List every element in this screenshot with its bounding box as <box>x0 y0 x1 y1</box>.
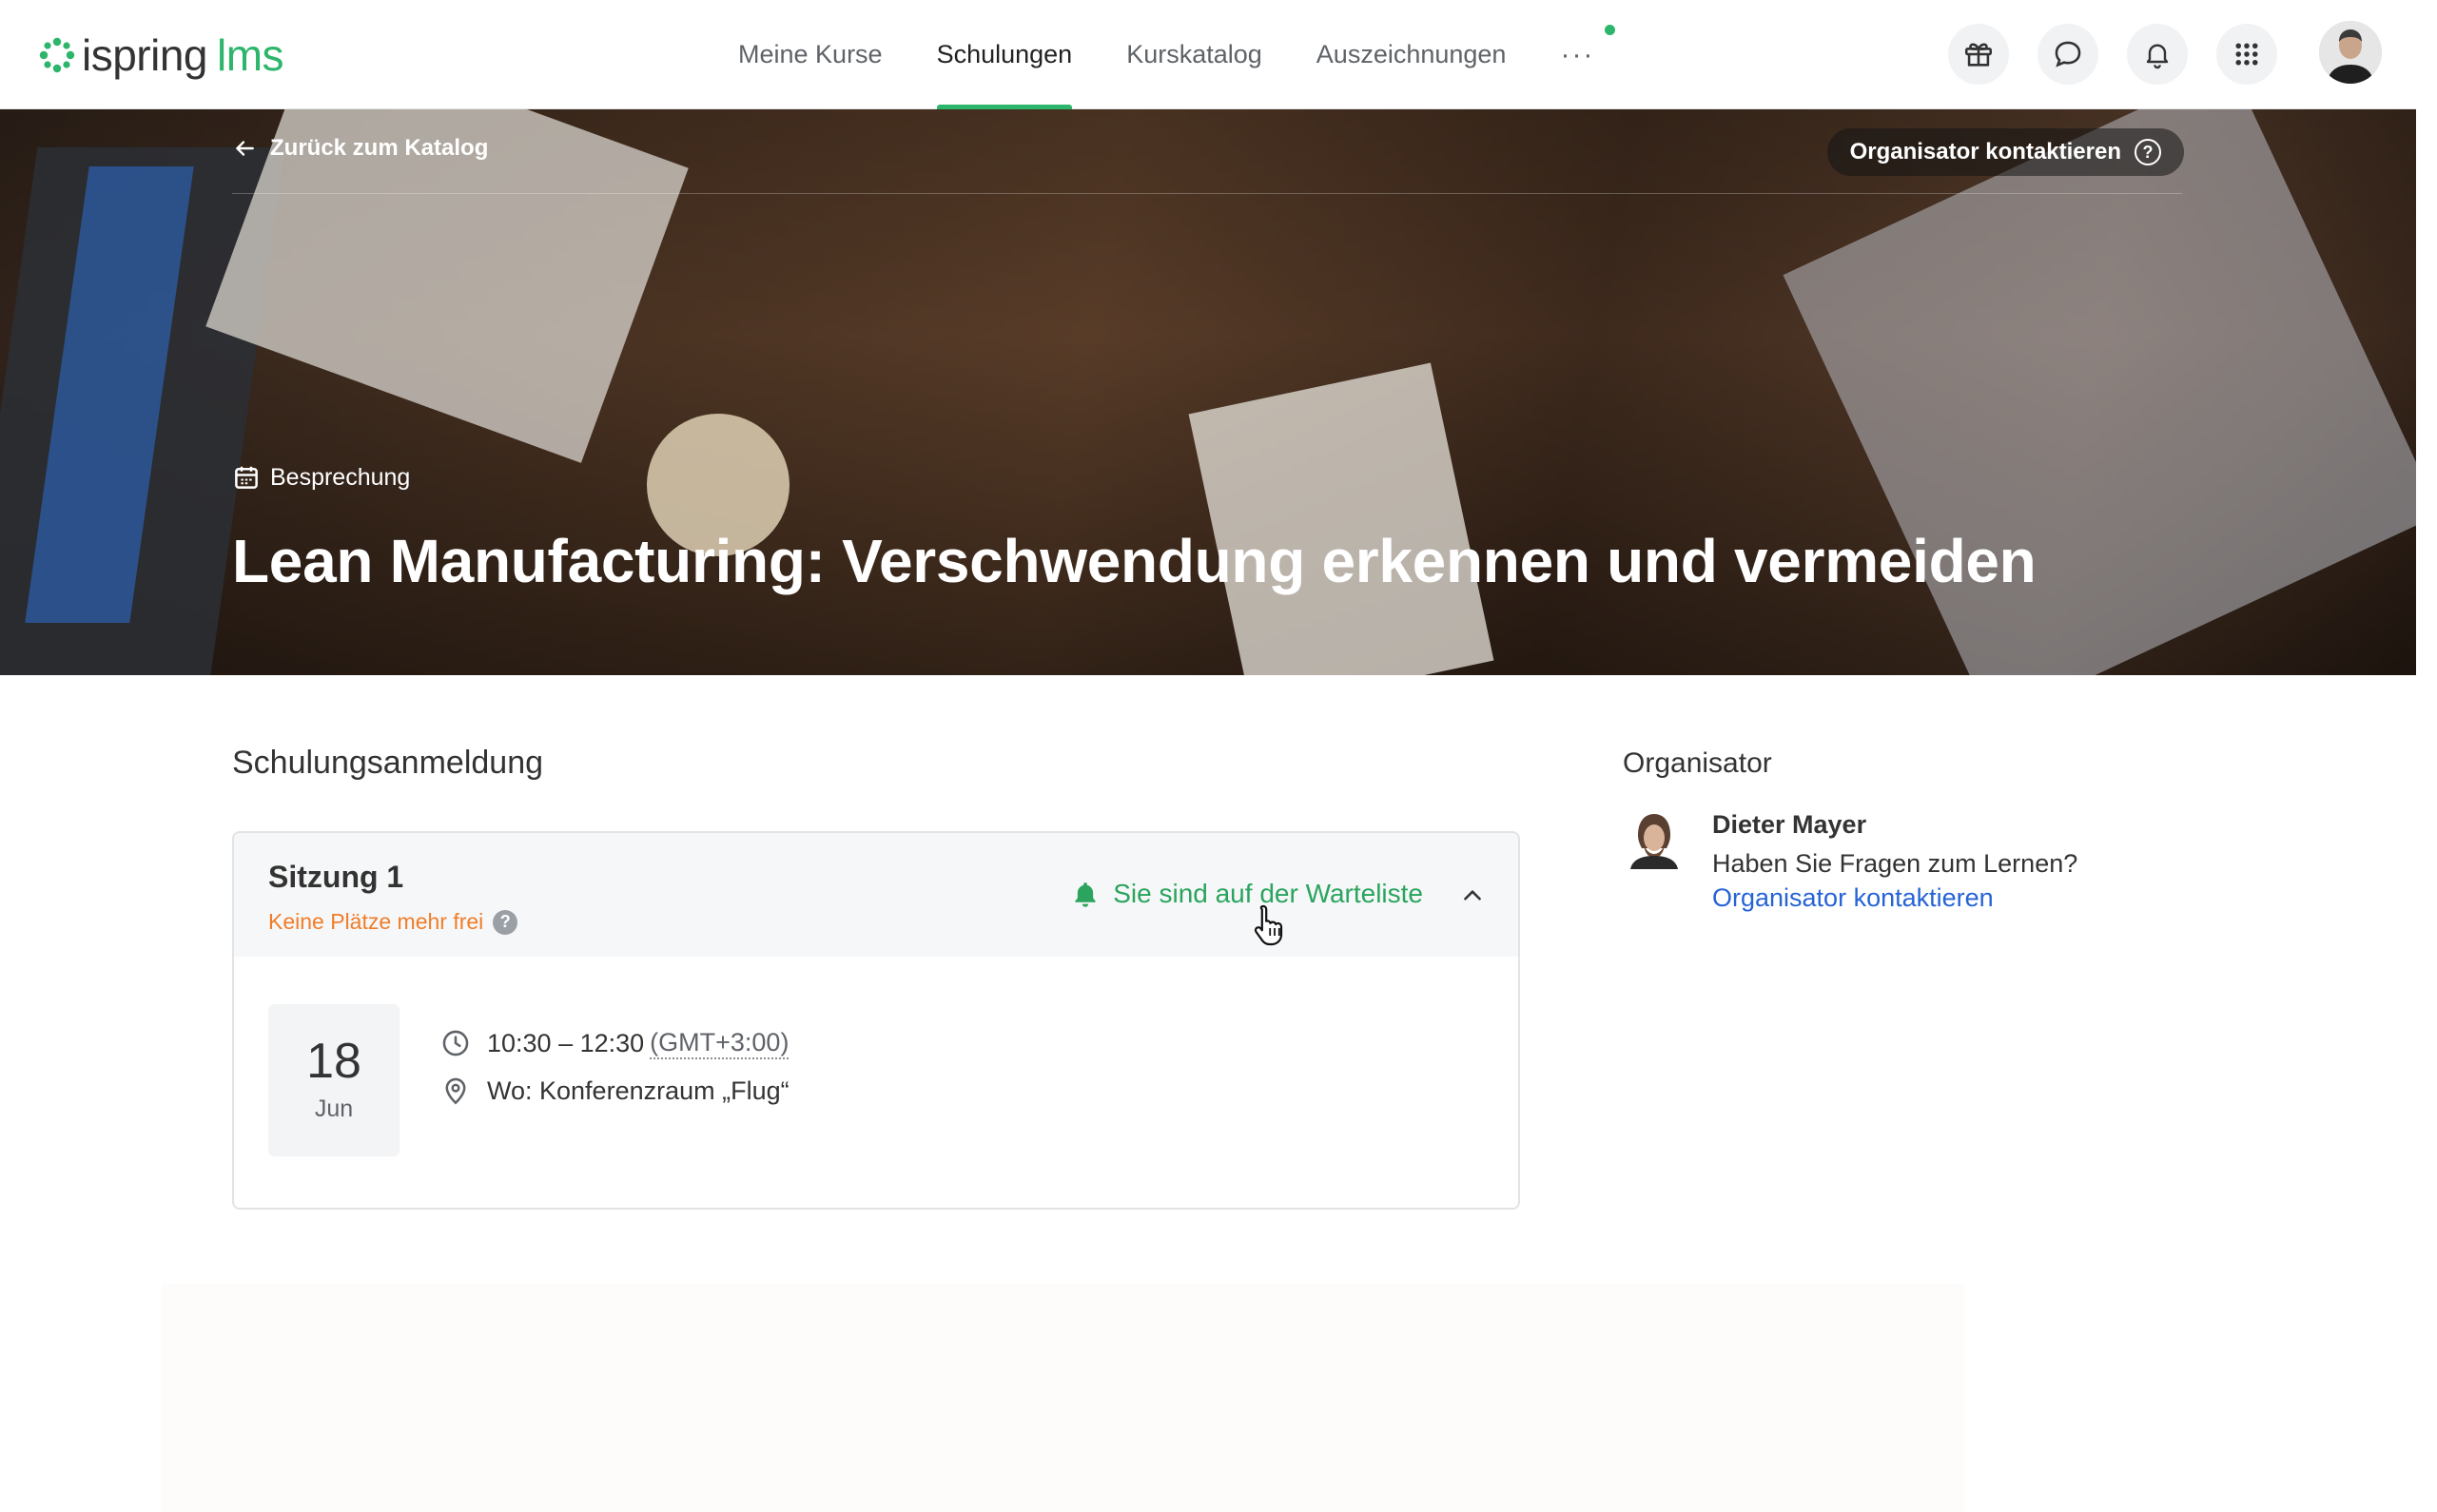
apps-button[interactable] <box>2216 24 2277 85</box>
chat-icon <box>2055 41 2081 68</box>
availability-help-icon[interactable]: ? <box>493 909 518 935</box>
session-card: Sitzung 1 Keine Plätze mehr frei ? Sie s… <box>232 831 1520 1210</box>
chevron-up-icon <box>1464 890 1481 901</box>
page-bottom-area <box>162 1284 1964 1512</box>
collapse-session-button[interactable] <box>1452 875 1493 917</box>
notebook-decoration <box>1188 362 1494 675</box>
ispring-logo-icon <box>39 37 75 73</box>
training-title: Lean Manufacturing: Verschwendung erkenn… <box>232 527 2037 595</box>
new-indicator-dot <box>1605 25 1616 35</box>
hero-divider <box>232 193 2182 194</box>
more-dots-icon: ··· <box>1560 38 1595 70</box>
session-location-row: Wo: Konferenzraum „Flug“ <box>439 1075 790 1107</box>
clock-icon <box>442 1030 469 1056</box>
calendar-icon <box>235 466 258 489</box>
training-type: Besprechung <box>232 463 410 492</box>
organizer-contact-link[interactable]: Organisator kontaktieren <box>1712 883 1994 913</box>
nav-item-meine-kurse[interactable]: Meine Kurse <box>738 0 883 109</box>
hand-cursor-icon <box>1254 904 1283 946</box>
session-name: Sitzung 1 <box>268 860 404 894</box>
session-date-month: Jun <box>314 1095 354 1122</box>
ispring-lms-logo[interactable]: ispring lms <box>38 29 284 82</box>
window-right-edge <box>2416 0 2437 1512</box>
nav-item-kurskatalog[interactable]: Kurskatalog <box>1126 0 1262 109</box>
organizer-heading: Organisator <box>1623 747 1772 779</box>
waitlist-status-button[interactable]: Sie sind auf der Warteliste <box>1071 879 1423 909</box>
user-avatar[interactable] <box>2319 21 2382 84</box>
back-to-catalog-label: Zurück zum Katalog <box>270 135 489 161</box>
logo-wordmark: ispring lms <box>82 29 284 81</box>
user-avatar-image <box>2319 21 2382 84</box>
main-nav: Meine Kurse Schulungen Kurskatalog Ausze… <box>738 0 1616 109</box>
notifications-button[interactable] <box>2127 24 2188 85</box>
chat-button[interactable] <box>2037 24 2098 85</box>
apps-grid-icon <box>2235 43 2258 66</box>
training-hero-banner: Zurück zum Katalog Organisator kontaktie… <box>0 109 2416 675</box>
nav-more-button[interactable]: ··· <box>1560 0 1616 109</box>
gift-icon <box>1964 43 1993 67</box>
session-time: 10:30 – 12:30 <box>487 1028 645 1057</box>
bell-filled-icon <box>1075 882 1096 907</box>
organizer-avatar <box>1625 806 1684 869</box>
arrow-left-icon <box>236 141 254 156</box>
session-date-badge: 18 Jun <box>268 1004 400 1156</box>
training-type-label: Besprechung <box>270 463 411 491</box>
session-availability-label: Keine Plätze mehr frei <box>268 909 484 934</box>
session-date-day: 18 <box>306 1034 361 1089</box>
gift-button[interactable] <box>1948 24 2009 85</box>
contact-organizer-button[interactable]: Organisator kontaktieren ? <box>1826 128 2184 176</box>
organizer-question: Haben Sie Fragen zum Lernen? <box>1712 849 2078 878</box>
bell-icon <box>2146 44 2169 69</box>
help-icon: ? <box>2135 139 2161 165</box>
logo-brand: ispring <box>82 30 208 80</box>
session-time-row: 10:30 – 12:30 (GMT+3:00) <box>439 1027 790 1059</box>
contact-organizer-label: Organisator kontaktieren <box>1849 139 2121 165</box>
session-location: Wo: Konferenzraum „Flug“ <box>487 1076 790 1105</box>
organizer-name: Dieter Mayer <box>1712 810 1867 839</box>
session-card-header[interactable]: Sitzung 1 Keine Plätze mehr frei ? Sie s… <box>234 833 1518 957</box>
registration-heading: Schulungsanmeldung <box>232 745 544 781</box>
back-to-catalog-link[interactable]: Zurück zum Katalog <box>232 135 488 162</box>
session-availability: Keine Plätze mehr frei ? <box>268 909 518 935</box>
top-header: ispring lms Meine Kurse Schulungen Kurska… <box>0 0 2437 109</box>
paper-notes-decoration <box>205 109 689 463</box>
location-pin-icon <box>445 1077 466 1105</box>
nav-item-auszeichnungen[interactable]: Auszeichnungen <box>1316 0 1507 109</box>
nav-item-schulungen[interactable]: Schulungen <box>936 0 1072 109</box>
logo-product: lms <box>217 30 284 80</box>
session-timezone[interactable]: (GMT+3:00) <box>650 1028 790 1059</box>
